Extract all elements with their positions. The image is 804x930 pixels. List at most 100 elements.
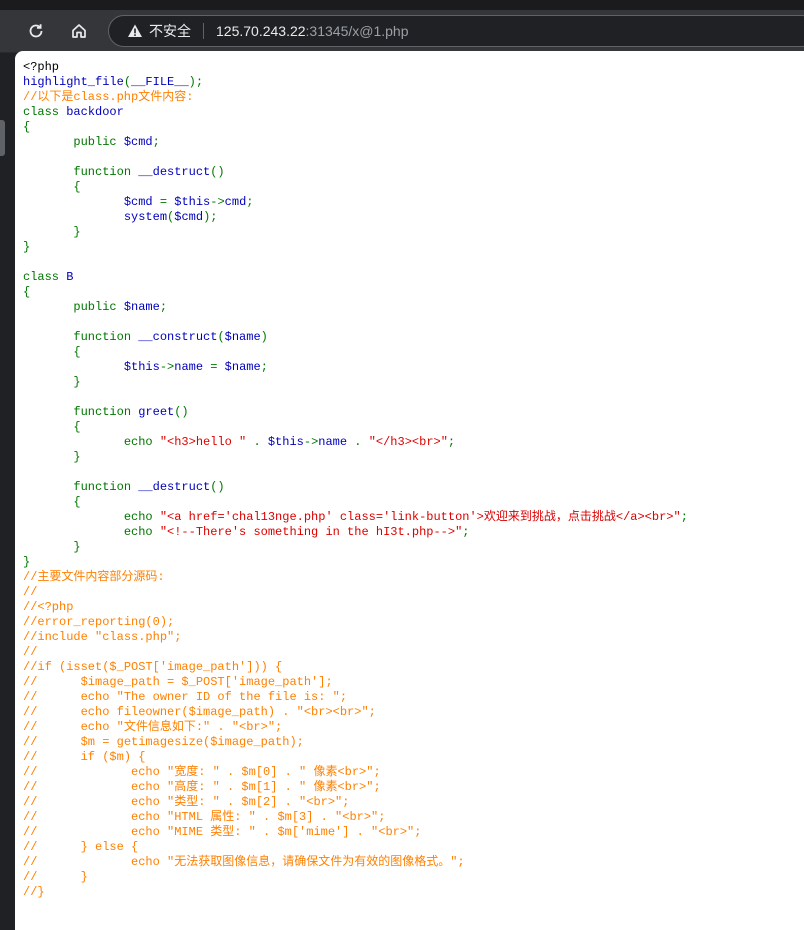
address-bar[interactable]: 不安全 125.70.243.22:31345/x@1.php <box>108 15 804 47</box>
code-token-keyword: -> <box>210 195 225 209</box>
code-token-keyword: ; <box>246 195 254 209</box>
code-line: class B <box>23 270 804 285</box>
code-token-comment: // $m = getimagesize($image_path); <box>23 735 304 749</box>
code-line: // echo "文件信息如下:" . "<br>"; <box>23 720 804 735</box>
code-token-keyword: echo <box>23 510 160 524</box>
code-token-comment: // echo "MIME 类型: " . $m['mime'] . "<br>… <box>23 825 422 839</box>
code-line: } <box>23 450 804 465</box>
code-token-default: $name <box>224 330 261 344</box>
code-token-comment: // echo fileowner($image_path) . "<br><b… <box>23 705 376 719</box>
code-token-keyword: ); <box>188 75 204 89</box>
home-button[interactable] <box>64 16 94 46</box>
code-token-comment: // <box>23 585 38 599</box>
code-line: function __destruct() <box>23 480 804 495</box>
code-line: // } <box>23 870 804 885</box>
code-token-html: <?php <box>23 60 60 74</box>
reload-button[interactable] <box>21 16 51 46</box>
code-line: // echo "无法获取图像信息，请确保文件为有效的图像格式。"; <box>23 855 804 870</box>
code-line: //include "class.php"; <box>23 630 804 645</box>
code-token-keyword: function <box>23 405 139 419</box>
home-icon <box>70 22 88 40</box>
code-token-default: backdoor <box>66 105 124 119</box>
code-token-keyword: ; <box>447 435 456 449</box>
code-token-keyword: . <box>354 435 369 449</box>
code-token-default: $this <box>267 435 304 449</box>
address-divider <box>203 23 204 39</box>
code-token-keyword: { <box>23 495 81 509</box>
code-line: { <box>23 120 804 135</box>
code-token-keyword: () <box>174 405 189 419</box>
code-token-keyword: { <box>23 420 81 434</box>
code-line: // <box>23 645 804 660</box>
code-token-keyword: ; <box>152 135 160 149</box>
code-line: } <box>23 240 804 255</box>
code-line: } <box>23 540 804 555</box>
code-token-keyword: function <box>23 480 139 494</box>
code-token-comment: // echo "宽度: " . $m[0] . " 像素<br>"; <box>23 765 381 779</box>
code-line: echo "<h3>hello " . $this->name . "</h3>… <box>23 435 804 450</box>
code-token-default: $cmd <box>174 210 204 224</box>
code-token-keyword: = <box>159 195 175 209</box>
code-line: //主要文件内容部分源码: <box>23 570 804 585</box>
code-token-comment: // $image_path = $_POST['image_path']; <box>23 675 333 689</box>
code-token-keyword: function <box>23 330 139 344</box>
code-line: { <box>23 345 804 360</box>
code-line: // echo fileowner($image_path) . "<br><b… <box>23 705 804 720</box>
url-text[interactable]: 125.70.243.22:31345/x@1.php <box>216 23 409 39</box>
code-token-keyword: ; <box>159 300 168 314</box>
code-line: class backdoor <box>23 105 804 120</box>
reload-icon <box>27 22 45 40</box>
code-token-keyword: class <box>23 105 67 119</box>
code-token-default: __destruct <box>138 480 211 494</box>
code-line: //error_reporting(0); <box>23 615 804 630</box>
code-line: //if (isset($_POST['image_path'])) { <box>23 660 804 675</box>
code-token-default: B <box>66 270 74 284</box>
code-line: } <box>23 225 804 240</box>
code-token-keyword: -> <box>159 360 175 374</box>
code-token-keyword: public <box>23 300 124 314</box>
code-line: function greet() <box>23 405 804 420</box>
code-line: { <box>23 420 804 435</box>
url-host: 125.70.243.22 <box>216 23 306 39</box>
code-token-default: name <box>318 435 355 449</box>
code-line: // } else { <box>23 840 804 855</box>
code-token-keyword: } <box>23 450 81 464</box>
code-token-comment: // <box>23 645 38 659</box>
tab-strip <box>0 0 804 10</box>
code-token-string: "<!--There's something in the hI3t.php--… <box>159 525 463 539</box>
code-line: system($cmd); <box>23 210 804 225</box>
code-line: // echo "MIME 类型: " . $m['mime'] . "<br>… <box>23 825 804 840</box>
code-token-keyword: echo <box>23 525 160 539</box>
code-token-keyword: ( <box>217 330 225 344</box>
code-token-keyword: } <box>23 240 31 254</box>
code-token-default: $cmd <box>123 135 153 149</box>
code-line: echo "<!--There's something in the hI3t.… <box>23 525 804 540</box>
code-line: // echo "类型: " . $m[2] . "<br>"; <box>23 795 804 810</box>
code-token-keyword: -> <box>303 435 319 449</box>
code-token-keyword: } <box>23 540 81 554</box>
code-token-keyword: } <box>23 555 31 569</box>
code-token-default: greet <box>138 405 175 419</box>
code-line: //以下是class.php文件内容: <box>23 90 804 105</box>
warning-icon[interactable] <box>127 23 143 39</box>
code-token-comment: // echo "无法获取图像信息，请确保文件为有效的图像格式。"; <box>23 855 465 869</box>
code-line: // $image_path = $_POST['image_path']; <box>23 675 804 690</box>
code-token-comment: //以下是class.php文件内容: <box>23 90 194 104</box>
security-label[interactable]: 不安全 <box>149 21 191 41</box>
code-token-keyword: public <box>23 135 124 149</box>
code-token-comment: //} <box>23 885 45 899</box>
side-panel-handle[interactable] <box>0 120 5 156</box>
code-line: // <box>23 585 804 600</box>
code-line: $this->name = $name; <box>23 360 804 375</box>
code-token-keyword: ) <box>260 330 268 344</box>
code-line: { <box>23 180 804 195</box>
code-token-keyword: ( <box>123 75 132 89</box>
code-token-comment: //主要文件内容部分源码: <box>23 570 165 584</box>
code-token-comment: // echo "文件信息如下:" . "<br>"; <box>23 720 283 734</box>
code-line: <?php <box>23 60 804 75</box>
code-token-keyword: ; <box>260 360 268 374</box>
code-line: // echo "宽度: " . $m[0] . " 像素<br>"; <box>23 765 804 780</box>
code-line: //<?php <box>23 600 804 615</box>
code-line: } <box>23 555 804 570</box>
